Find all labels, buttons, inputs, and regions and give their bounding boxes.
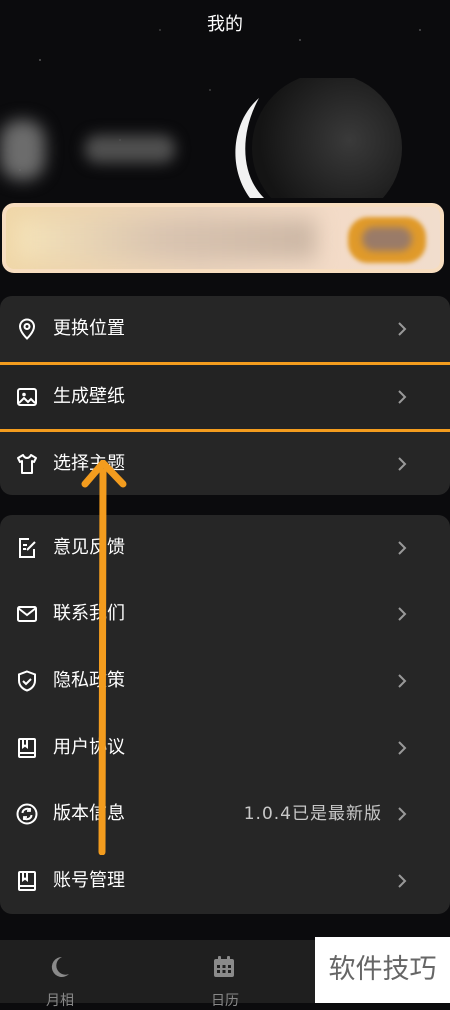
chevron-right-icon	[398, 874, 407, 888]
tshirt-icon	[17, 454, 37, 474]
tab-moon-phase-label: 月相	[46, 993, 74, 1009]
privacy-policy-label: 隐私政策	[53, 670, 125, 691]
book-icon	[18, 738, 36, 758]
refresh-icon	[16, 803, 38, 825]
chevron-right-icon	[398, 741, 407, 755]
contact-us-label: 联系我们	[53, 603, 125, 624]
privacy-policy-row[interactable]: 隐私政策	[0, 648, 450, 714]
shield-check-icon	[18, 670, 36, 692]
settings-group-1: 更换位置 生成壁纸 选择主题	[0, 296, 450, 495]
account-management-row[interactable]: 账号管理	[0, 848, 450, 914]
location-pin-icon	[18, 318, 36, 340]
settings-group-2: 意见反馈 联系我们 隐私政策 用户协议 版本信息 1.0.4已是最新版 账号管理	[0, 515, 450, 914]
chevron-right-icon	[398, 674, 407, 688]
mail-icon	[17, 606, 37, 622]
feedback-label: 意见反馈	[53, 537, 125, 558]
image-icon	[17, 388, 37, 406]
user-avatar[interactable]	[0, 120, 45, 180]
moon-icon	[51, 956, 69, 977]
chevron-right-icon	[398, 807, 407, 821]
chevron-right-icon	[398, 541, 407, 555]
user-agreement-label: 用户协议	[53, 737, 125, 758]
choose-theme-label: 选择主题	[53, 453, 125, 474]
version-value: 1.0.4已是最新版	[243, 804, 382, 824]
account-management-label: 账号管理	[53, 870, 125, 891]
generate-wallpaper-row[interactable]: 生成壁纸	[0, 362, 450, 432]
tab-calendar-label: 日历	[211, 993, 239, 1009]
page-title: 我的	[207, 14, 243, 35]
version-info-row[interactable]: 版本信息 1.0.4已是最新版	[0, 781, 450, 847]
change-location-label: 更换位置	[53, 318, 125, 339]
vip-open-button[interactable]	[348, 217, 426, 263]
user-agreement-row[interactable]: 用户协议	[0, 715, 450, 781]
user-name	[85, 135, 175, 163]
chevron-right-icon	[398, 607, 407, 621]
watermark: 软件技巧	[315, 937, 450, 1003]
vip-banner[interactable]	[2, 203, 444, 273]
tab-calendar[interactable]: 日历	[165, 940, 285, 1009]
vip-banner-text	[16, 219, 316, 259]
contact-us-row[interactable]: 联系我们	[0, 581, 450, 647]
moon-image	[235, 78, 402, 198]
chevron-right-icon	[398, 390, 407, 404]
feedback-row[interactable]: 意见反馈	[0, 515, 450, 581]
choose-theme-row[interactable]: 选择主题	[0, 431, 450, 497]
change-location-row[interactable]: 更换位置	[0, 296, 450, 362]
chevron-right-icon	[398, 457, 407, 471]
generate-wallpaper-label: 生成壁纸	[53, 386, 125, 407]
edit-note-icon	[19, 538, 36, 558]
account-book-icon	[18, 871, 36, 891]
tab-moon-phase[interactable]: 月相	[0, 940, 120, 1009]
calendar-icon	[214, 956, 234, 977]
chevron-right-icon	[398, 322, 407, 336]
version-info-label: 版本信息	[53, 803, 125, 824]
